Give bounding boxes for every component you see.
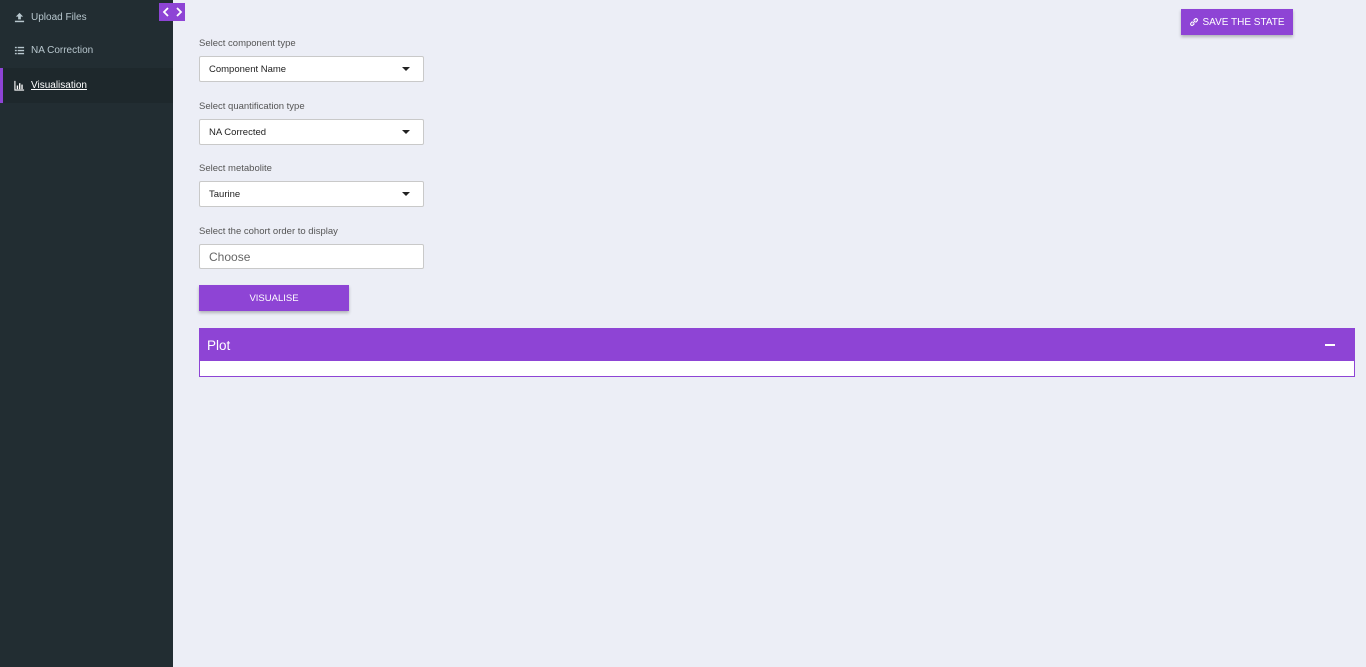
chevron-left-icon [162,7,169,17]
component-type-label: Select component type [199,38,296,49]
plot-header: Plot [200,329,1354,361]
bar-chart-icon [13,80,25,92]
chevron-right-icon [175,7,182,17]
cohort-order-label: Select the cohort order to display [199,226,338,237]
sidebar-item-label: NA Correction [31,45,94,56]
collapse-sidebar-button[interactable] [159,3,172,21]
save-state-label: SAVE THE STATE [1202,16,1285,28]
sidebar: Upload Files NA Correction Visualisation [0,0,173,667]
upload-icon [13,12,25,24]
caret-down-icon [402,67,410,71]
visualise-button[interactable]: VISUALISE [199,285,349,311]
expand-sidebar-button[interactable] [172,3,185,21]
plot-box: Plot [199,328,1355,377]
metabolite-value: Taurine [209,188,241,200]
sidebar-item-visualisation[interactable]: Visualisation [0,68,173,103]
sidebar-item-na-correction[interactable]: NA Correction [0,33,173,68]
quantification-type-value: NA Corrected [209,126,267,138]
cohort-order-input[interactable] [199,244,424,269]
link-icon [1190,18,1199,26]
component-type-select[interactable]: Component Name [199,56,424,82]
sidebar-item-label: Visualisation [31,80,87,91]
caret-down-icon [402,130,410,134]
sidebar-item-label: Upload Files [31,12,87,23]
metabolite-label: Select metabolite [199,163,272,174]
caret-down-icon [402,192,410,196]
metabolite-select[interactable]: Taurine [199,181,424,207]
component-type-value: Component Name [209,63,287,75]
minus-icon[interactable] [1325,344,1335,346]
sidebar-item-upload-files[interactable]: Upload Files [0,0,173,35]
quantification-type-label: Select quantification type [199,101,305,112]
plot-title: Plot [207,337,231,353]
list-icon [13,45,25,57]
quantification-type-select[interactable]: NA Corrected [199,119,424,145]
save-state-button[interactable]: SAVE THE STATE [1181,9,1293,35]
